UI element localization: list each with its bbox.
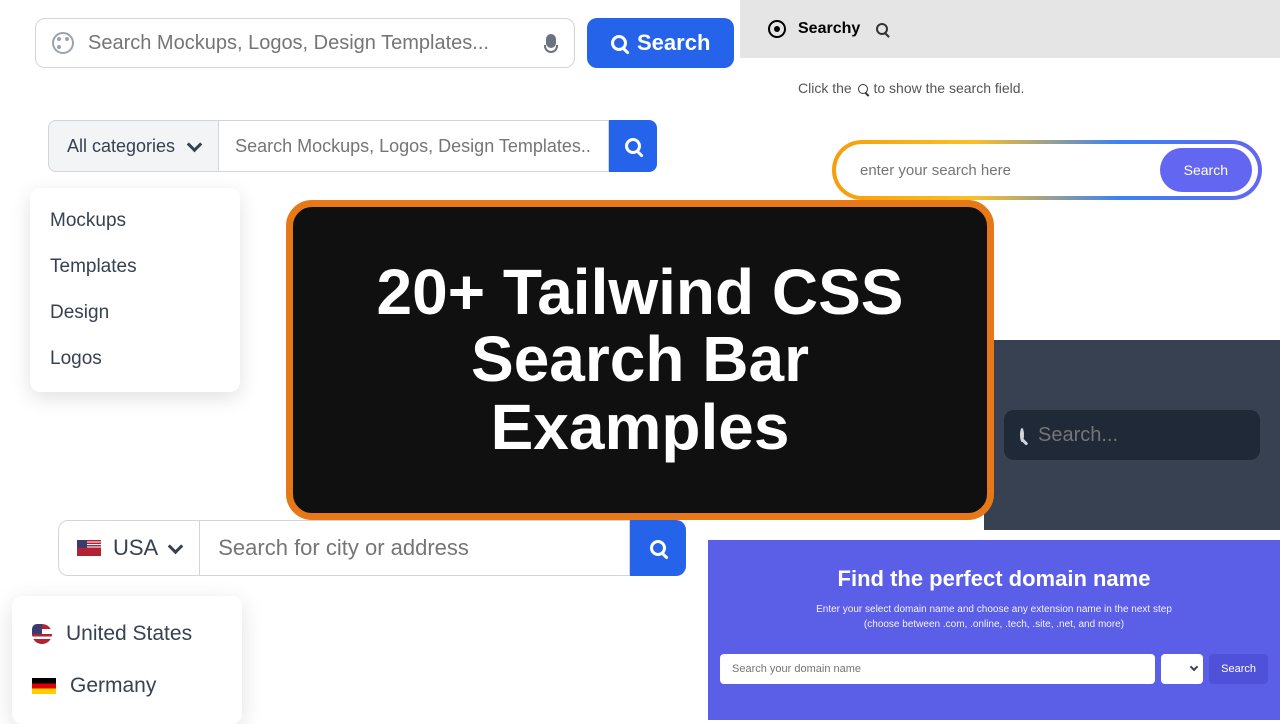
gradient-search-inner: Search — [836, 144, 1258, 196]
domain-search-panel: Find the perfect domain name Enter your … — [708, 540, 1280, 720]
category-search-panel: All categories — [48, 120, 657, 172]
gradient-search-input[interactable] — [860, 162, 1160, 179]
country-dropdown-list: United States Germany — [12, 596, 242, 724]
category-dropdown-trigger[interactable]: All categories — [48, 120, 219, 172]
domain-search-input[interactable] — [720, 654, 1155, 684]
gradient-search-button[interactable]: Search — [1160, 148, 1252, 192]
country-item-label: Germany — [70, 674, 156, 698]
country-item[interactable]: Germany — [12, 660, 242, 712]
microphone-icon[interactable] — [544, 34, 558, 53]
domain-search-row: com Search — [720, 654, 1268, 684]
voice-search-panel: Search — [35, 18, 734, 68]
search-icon — [625, 138, 641, 154]
category-search-button[interactable] — [609, 120, 657, 172]
dark-search-panel — [984, 340, 1280, 530]
country-dropdown-trigger[interactable]: USA — [58, 520, 200, 576]
palette-icon — [52, 32, 74, 54]
chevron-down-icon — [168, 538, 184, 554]
brand-label: Searchy — [798, 20, 860, 38]
search-toggle-icon[interactable] — [876, 23, 888, 35]
usa-flag-icon — [32, 624, 52, 644]
domain-title: Find the perfect domain name — [720, 566, 1268, 592]
domain-search-button[interactable]: Search — [1209, 654, 1268, 684]
country-item[interactable]: United States — [12, 608, 242, 660]
category-dropdown-list: Mockups Templates Design Logos — [30, 188, 240, 392]
dropdown-item[interactable]: Logos — [30, 336, 240, 382]
category-label: All categories — [67, 136, 175, 157]
country-item-label: United States — [66, 622, 192, 646]
dropdown-item[interactable]: Mockups — [30, 198, 240, 244]
country-search-panel: USA — [58, 520, 686, 576]
searchy-hint: Click the to show the search field. — [780, 58, 1280, 128]
searchy-header: Searchy — [740, 0, 1280, 58]
search-input[interactable] — [88, 32, 544, 55]
dropdown-item[interactable]: Design — [30, 290, 240, 336]
search-input-wrapper — [35, 18, 575, 68]
gradient-search-panel: Search — [832, 140, 1262, 200]
domain-subtitle: Enter your select domain name and choose… — [720, 602, 1268, 632]
chevron-down-icon — [1190, 663, 1198, 671]
search-button[interactable]: Search — [587, 18, 734, 68]
search-button-label: Search — [637, 30, 710, 56]
city-search-button[interactable] — [630, 520, 686, 576]
search-icon — [650, 540, 666, 556]
chevron-down-icon — [187, 136, 203, 152]
category-search-input[interactable] — [219, 120, 609, 172]
dropdown-item[interactable]: Templates — [30, 244, 240, 290]
search-icon — [858, 84, 868, 94]
search-icon — [1020, 428, 1024, 442]
hero-badge: 20+ Tailwind CSS Search Bar Examples — [286, 200, 994, 520]
dark-search-wrapper — [1004, 410, 1260, 460]
germany-flag-icon — [32, 678, 56, 694]
dark-search-input[interactable] — [1038, 424, 1280, 447]
target-icon — [768, 20, 786, 38]
city-search-input[interactable] — [200, 520, 630, 576]
usa-flag-icon — [77, 540, 101, 556]
country-label: USA — [113, 535, 158, 561]
hero-title: 20+ Tailwind CSS Search Bar Examples — [323, 259, 957, 461]
search-icon — [611, 35, 627, 51]
tld-select[interactable]: com — [1161, 654, 1203, 684]
